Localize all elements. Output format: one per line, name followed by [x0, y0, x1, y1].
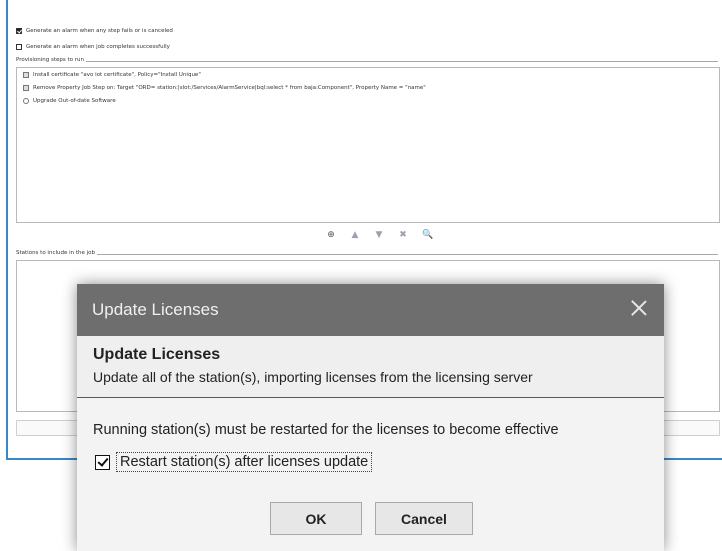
restart-checkbox-label[interactable]: Restart station(s) after licenses update	[116, 452, 373, 472]
step-item[interactable]: Remove Property Job Step on: Target "ORD…	[23, 85, 426, 91]
dialog-title: Update Licenses	[92, 300, 219, 319]
step-item[interactable]: Upgrade Out-of-date Software	[23, 98, 116, 104]
alarm-on-success-option[interactable]: Generate an alarm when job completes suc…	[16, 44, 170, 50]
restart-checkbox[interactable]	[95, 454, 110, 470]
alarm-on-fail-label: Generate an alarm when any step fails or…	[26, 28, 173, 34]
restart-message: Running station(s) must be restarted for…	[93, 422, 559, 438]
steps-section-label: Provisioning steps to run	[16, 57, 87, 63]
cancel-button[interactable]: Cancel	[375, 502, 473, 535]
move-down-icon[interactable]: ▼	[374, 230, 384, 240]
certificate-icon	[23, 72, 29, 78]
search-icon[interactable]: 🔍	[422, 230, 433, 240]
alarm-on-success-checkbox[interactable]	[16, 44, 22, 50]
restart-option[interactable]: Restart station(s) after licenses update	[95, 452, 373, 472]
ok-button[interactable]: OK	[270, 502, 362, 535]
step-label: Remove Property Job Step on: Target "ORD…	[33, 85, 426, 91]
update-licenses-dialog: Update Licenses Update Licenses Update a…	[77, 284, 664, 551]
alarm-on-success-label: Generate an alarm when job completes suc…	[26, 44, 170, 50]
close-icon[interactable]	[628, 297, 650, 319]
dialog-titlebar[interactable]: Update Licenses	[77, 284, 664, 336]
property-icon	[23, 85, 29, 91]
header-description: Update all of the station(s), importing …	[93, 369, 533, 385]
header-title: Update Licenses	[93, 346, 221, 363]
stations-section-divider	[16, 254, 718, 255]
step-label: Install certificate "avo iot certificate…	[33, 72, 201, 78]
alarm-on-fail-checkbox[interactable]	[16, 28, 22, 34]
steps-toolbar: ⊕ ▲ ▼ ✖ 🔍	[326, 230, 433, 240]
step-item[interactable]: Install certificate "avo iot certificate…	[23, 72, 201, 78]
add-step-icon[interactable]: ⊕	[326, 230, 336, 240]
delete-step-icon[interactable]: ✖	[398, 230, 408, 240]
refresh-icon	[23, 98, 29, 104]
dialog-header: Update Licenses Update all of the statio…	[77, 336, 664, 398]
step-label: Upgrade Out-of-date Software	[33, 98, 116, 104]
alarm-on-fail-option[interactable]: Generate an alarm when any step fails or…	[16, 28, 173, 34]
stations-section-label: Stations to include in the job	[16, 250, 98, 256]
steps-list[interactable]: Install certificate "avo iot certificate…	[16, 67, 720, 223]
move-up-icon[interactable]: ▲	[350, 230, 360, 240]
steps-section-divider	[16, 61, 718, 62]
